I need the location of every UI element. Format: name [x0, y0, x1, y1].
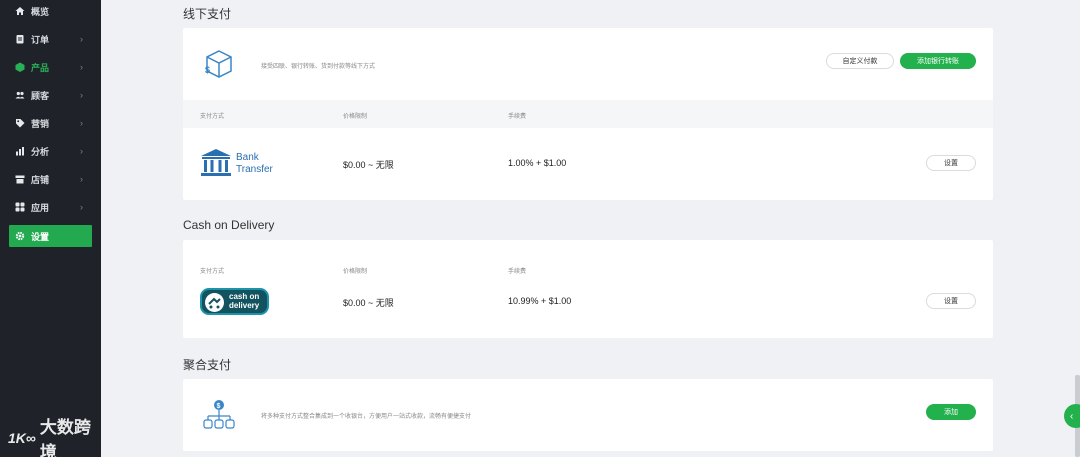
column-header-method: 支付方式: [200, 269, 225, 275]
svg-text:$: $: [217, 403, 221, 410]
settings-button[interactable]: 设置: [926, 155, 976, 171]
delivery-truck-icon: [205, 293, 224, 312]
sidebar-item-products[interactable]: 产品 ›: [0, 56, 101, 78]
price-limit-cell: $0.00 ~ 无限: [343, 160, 394, 170]
users-icon: [15, 90, 25, 100]
cod-logo-text: cash on delivery: [229, 292, 259, 310]
chevron-right-icon: ›: [80, 118, 83, 128]
column-header-fee: 手续费: [508, 269, 527, 275]
sidebar-item-label: 应用: [31, 202, 50, 213]
column-header-method: 支付方式: [200, 114, 225, 120]
sidebar-item-label: 订单: [31, 34, 50, 45]
fee-cell: 10.99% + $1.00: [508, 296, 572, 306]
sidebar-item-label: 设置: [31, 231, 50, 242]
sidebar-item-orders[interactable]: 订单 ›: [0, 28, 101, 50]
column-header-price-limit: 价格限制: [343, 114, 368, 120]
sidebar-item-label: 产品: [31, 62, 50, 73]
offline-payment-card: $ 接受四联、银行转账、货到付款等线下方式 自定义付款 添加银行转账 支付方式 …: [183, 28, 993, 200]
sidebar-item-overview[interactable]: 概览: [0, 0, 101, 22]
home-icon: [15, 6, 25, 16]
sidebar-item-apps[interactable]: 应用 ›: [0, 196, 101, 218]
bar-chart-icon: [15, 146, 25, 156]
chevron-right-icon: ›: [80, 146, 83, 156]
package-dollar-icon: $: [203, 48, 235, 80]
column-header-fee: 手续费: [508, 114, 527, 120]
svg-text:$: $: [205, 65, 210, 75]
chevron-right-icon: ›: [80, 202, 83, 212]
payment-hierarchy-icon: $: [203, 399, 235, 433]
aggregate-payment-card: $ 将多种支付方式整合集成到一个收银台，方便用户一站式收款，流畅有便捷支付 添加: [183, 379, 993, 451]
logo-line-1: cash on: [229, 292, 260, 301]
section-title-aggregate: 聚合支付: [183, 358, 232, 372]
sidebar-item-label: 顾客: [31, 90, 50, 101]
aggregate-description: 将多种支付方式整合集成到一个收银台，方便用户一站式收款，流畅有便捷支付: [261, 414, 472, 420]
section-title-offline: 线下支付: [183, 7, 232, 21]
section-title-cod: Cash on Delivery: [183, 218, 275, 232]
cod-logo: cash on delivery: [200, 288, 269, 315]
sidebar-item-label: 概览: [31, 6, 50, 17]
sidebar-item-analytics[interactable]: 分析 ›: [0, 140, 101, 162]
watermark: 1K∞ 大数跨境: [8, 418, 101, 457]
chevron-right-icon: ›: [80, 174, 83, 184]
column-header-price-limit: 价格限制: [343, 269, 368, 275]
sidebar-item-marketing[interactable]: 营销 ›: [0, 112, 101, 134]
sidebar-item-customers[interactable]: 顾客 ›: [0, 84, 101, 106]
sidebar-item-store[interactable]: 店铺 ›: [0, 168, 101, 190]
offline-description: 接受四联、银行转账、货到付款等线下方式: [261, 64, 376, 70]
sidebar-item-settings[interactable]: 设置: [9, 225, 92, 247]
add-bank-transfer-button[interactable]: 添加银行转账: [900, 53, 976, 69]
box-icon: [15, 62, 25, 72]
clipboard-icon: [15, 34, 25, 44]
gear-icon: [15, 231, 25, 241]
cod-card: 支付方式 价格限制 手续费 cash on delivery $0.00 ~ 无…: [183, 240, 993, 338]
side-panel-toggle[interactable]: ‹: [1064, 404, 1080, 428]
sidebar-item-label: 营销: [31, 118, 50, 129]
add-aggregate-button[interactable]: 添加: [926, 404, 976, 420]
sidebar: 概览 订单 › 产品 › 顾客 › 营销 › 分析 › 店铺 › 应用 › 设置…: [0, 0, 101, 457]
watermark-text: 大数跨境: [39, 418, 91, 457]
logo-line-2: delivery: [229, 301, 260, 310]
table-header: 支付方式 价格限制 手续费: [183, 100, 993, 128]
price-limit-cell: $0.00 ~ 无限: [343, 298, 394, 308]
bank-icon: [200, 148, 232, 178]
sidebar-item-label: 店铺: [31, 174, 50, 185]
chevron-right-icon: ›: [80, 90, 83, 100]
table-row: Bank Transfer $0.00 ~ 无限 1.00% + $1.00 设…: [183, 128, 993, 200]
chevron-right-icon: ›: [80, 34, 83, 44]
store-icon: [15, 174, 25, 184]
tag-icon: [15, 118, 25, 128]
grid-icon: [15, 202, 25, 212]
watermark-logo: 1K∞: [8, 430, 36, 446]
fee-cell: 1.00% + $1.00: [508, 158, 567, 168]
logo-line-2: Transfer: [236, 164, 273, 175]
bank-transfer-logo-text: Bank Transfer: [236, 152, 273, 176]
sidebar-item-label: 分析: [31, 146, 50, 157]
settings-button[interactable]: 设置: [926, 293, 976, 309]
logo-line-1: Bank: [236, 152, 259, 163]
chevron-right-icon: ›: [80, 62, 83, 72]
custom-payment-button[interactable]: 自定义付款: [826, 53, 894, 69]
chevron-left-icon: ‹: [1070, 410, 1074, 422]
